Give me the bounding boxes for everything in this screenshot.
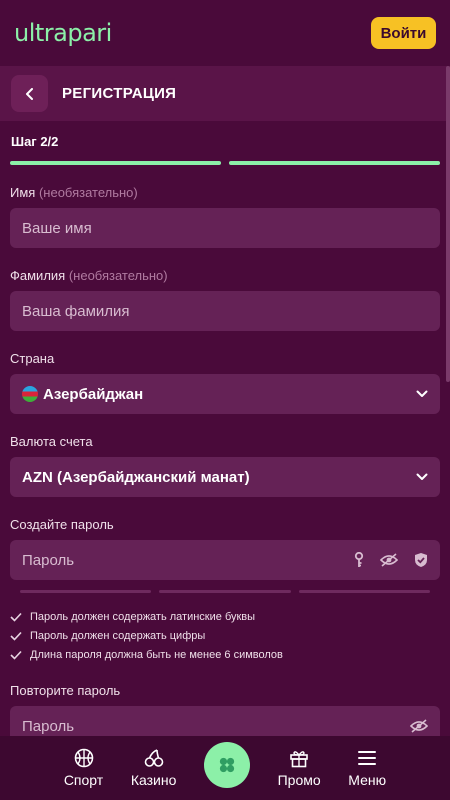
repeat-password-label: Повторите пароль: [10, 683, 121, 698]
nav-promo[interactable]: Промо: [278, 748, 321, 788]
progress-segment: [10, 161, 221, 165]
check-icon: [10, 650, 22, 660]
currency-label: Валюта счета: [10, 434, 93, 449]
password-rule: Пароль должен содержать цифры: [10, 630, 440, 642]
country-select[interactable]: Азербайджан: [10, 374, 440, 414]
bottom-navigation: Спорт Казино Промо Меню: [0, 736, 450, 800]
nav-center-button[interactable]: [203, 742, 250, 788]
repeat-password-placeholder: Пароль: [22, 717, 75, 735]
strength-segment: [298, 590, 430, 593]
password-rule: Длина пароля должна быть не менее 6 симв…: [10, 649, 440, 661]
password-rule: Пароль должен содержать латинские буквы: [10, 611, 440, 623]
chevron-down-icon: [416, 390, 428, 397]
chevron-left-icon: [25, 87, 33, 100]
progress-segment: [229, 161, 440, 165]
password-rule-text: Пароль должен содержать цифры: [30, 630, 206, 642]
last-name-input[interactable]: Ваша фамилия: [10, 291, 440, 331]
chevron-down-icon: [416, 473, 428, 480]
top-bar: ultrapari Войти: [0, 0, 450, 66]
shield-check-icon[interactable]: [414, 552, 428, 568]
strength-segment: [20, 590, 152, 593]
first-name-placeholder: Ваше имя: [22, 219, 92, 237]
page-title: РЕГИСТРАЦИЯ: [62, 85, 177, 102]
key-icon[interactable]: [354, 552, 364, 568]
last-name-label-text: Фамилия: [10, 268, 66, 283]
nav-menu-label: Меню: [348, 772, 387, 788]
last-name-label: Фамилия (необязательно): [10, 268, 440, 283]
password-input[interactable]: Пароль: [10, 540, 440, 580]
first-name-label: Имя (необязательно): [10, 185, 440, 200]
check-icon: [10, 612, 22, 622]
logo[interactable]: ultrapari: [14, 19, 112, 47]
nav-casino-label: Казино: [130, 772, 177, 788]
step-indicator: Шаг 2/2: [11, 134, 59, 149]
nav-sport-label: Спорт: [63, 772, 104, 788]
last-name-placeholder: Ваша фамилия: [22, 302, 130, 320]
optional-hint: (необязательно): [68, 268, 168, 283]
password-placeholder: Пароль: [22, 551, 75, 569]
nav-promo-label: Промо: [277, 772, 321, 788]
password-rule-text: Длина пароля должна быть не менее 6 симв…: [30, 649, 283, 661]
check-icon: [10, 631, 22, 641]
nav-sport[interactable]: Спорт: [64, 748, 103, 788]
basketball-icon: [74, 748, 93, 768]
strength-segment: [159, 590, 291, 593]
password-rules: Пароль должен содержать латинские буквы …: [10, 611, 440, 661]
back-button[interactable]: [11, 75, 48, 112]
currency-value: AZN (Азербайджанский манат): [22, 468, 250, 486]
optional-hint: (необязательно): [38, 185, 138, 200]
login-button[interactable]: Войти: [371, 17, 436, 49]
first-name-input[interactable]: Ваше имя: [10, 208, 440, 248]
cherries-icon: [144, 749, 163, 767]
eye-off-icon[interactable]: [410, 719, 428, 733]
country-value: Азербайджан: [43, 385, 144, 403]
password-rule-text: Пароль должен содержать латинские буквы: [30, 611, 256, 623]
title-bar: РЕГИСТРАЦИЯ: [0, 66, 450, 121]
eye-off-icon[interactable]: [380, 553, 398, 567]
currency-select[interactable]: AZN (Азербайджанский манат): [10, 457, 440, 497]
registration-form: Шаг 2/2 Имя (необязательно) Ваше имя Фам…: [0, 134, 450, 746]
password-strength-meter: [10, 590, 440, 593]
nav-casino[interactable]: Казино: [130, 748, 177, 788]
scrollbar[interactable]: [446, 66, 450, 382]
country-label: Страна: [10, 351, 55, 366]
step-progress: [10, 161, 440, 165]
nav-menu[interactable]: Меню: [348, 748, 386, 788]
gift-icon: [290, 751, 308, 768]
password-label: Создайте пароль: [10, 517, 114, 532]
clover-icon: [219, 757, 235, 773]
azerbaijan-flag-icon: [22, 386, 38, 402]
hamburger-menu-icon: [358, 751, 377, 765]
first-name-label-text: Имя: [10, 185, 36, 200]
